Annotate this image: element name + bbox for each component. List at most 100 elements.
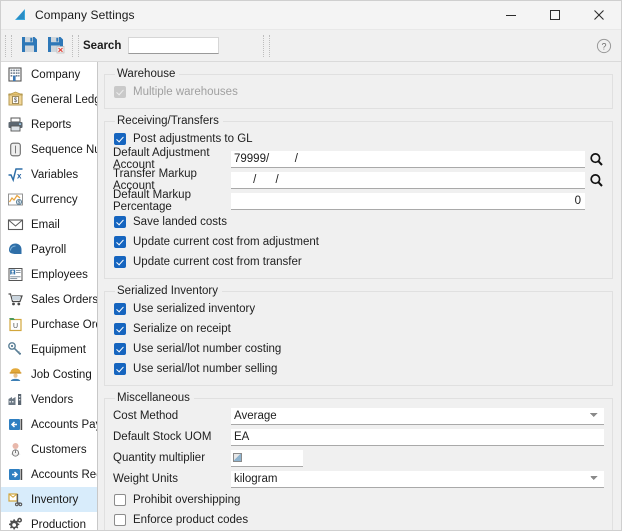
default-adjustment-account-row: Default Adjustment Account — [113, 147, 604, 171]
use-serialized-inventory-label: Use serialized inventory — [133, 302, 256, 315]
sidebar-item-customers[interactable]: Customers — [1, 437, 97, 462]
help-icon[interactable]: ? — [596, 38, 612, 54]
person-icon — [6, 441, 24, 459]
svg-text:x: x — [17, 172, 22, 181]
cost-method-select[interactable]: Average — [231, 407, 604, 425]
miscellaneous-legend: Miscellaneous — [117, 392, 190, 404]
serialize-on-receipt-checkbox[interactable] — [114, 322, 126, 335]
sidebar-item-vendors[interactable]: Vendors — [1, 387, 97, 412]
default-markup-percentage-row: Default Markup Percentage — [113, 189, 604, 213]
post-adjustments-checkbox[interactable] — [114, 132, 126, 145]
toolbar-grip[interactable] — [5, 34, 12, 57]
prohibit-overshipping-row[interactable]: Prohibit overshipping — [113, 490, 604, 509]
update-cost-transfer-label: Update current cost from transfer — [133, 255, 302, 268]
miscellaneous-group: Miscellaneous Cost Method Average Defaul… — [104, 392, 613, 530]
use-serialized-inventory-row[interactable]: Use serialized inventory — [113, 299, 604, 318]
serialized-inventory-group: Serialized Inventory Use serialized inve… — [104, 285, 613, 386]
use-serialized-inventory-checkbox[interactable] — [114, 302, 126, 315]
hardhat-worker-icon — [6, 366, 24, 384]
sidebar-item-purchase-orders[interactable]: U Purchase Orders — [1, 312, 97, 337]
quantity-multiplier-row: Quantity multiplier — [113, 448, 604, 468]
svg-text:?: ? — [601, 41, 606, 51]
sidebar-item-payroll[interactable]: Payroll — [1, 237, 97, 262]
default-adjustment-account-input[interactable] — [231, 150, 585, 168]
sidebar-item-accounts-payable[interactable]: Accounts Payable — [1, 412, 97, 437]
minimize-button[interactable] — [489, 1, 533, 29]
gears-icon — [6, 516, 24, 531]
default-markup-percentage-input[interactable] — [231, 192, 585, 210]
sidebar-item-accounts-receivable[interactable]: Accounts Receivable — [1, 462, 97, 487]
update-cost-transfer-checkbox[interactable] — [114, 255, 126, 268]
id-badge-icon — [6, 266, 24, 284]
default-stock-uom-input[interactable] — [231, 428, 604, 446]
sidebar-item-label: General Ledger — [31, 93, 97, 106]
save-landed-costs-row[interactable]: Save landed costs — [113, 212, 604, 231]
quantity-multiplier-label: Quantity multiplier — [113, 452, 206, 464]
sidebar-item-label: Purchase Orders — [31, 318, 97, 331]
sidebar-item-equipment[interactable]: Equipment — [1, 337, 97, 362]
save-and-close-button[interactable] — [42, 33, 68, 59]
titlebar: Company Settings — [1, 1, 621, 30]
building-icon — [6, 66, 24, 84]
transfer-markup-account-input[interactable] — [231, 171, 585, 189]
save-and-close-icon — [46, 35, 65, 57]
sidebar-item-label: Company — [31, 68, 81, 81]
sidebar-item-reports[interactable]: Reports — [1, 112, 97, 137]
app-logo-icon — [13, 8, 28, 22]
sidebar-item-email[interactable]: Email — [1, 212, 97, 237]
sidebar-item-variables[interactable]: x Variables — [1, 162, 97, 187]
factory-icon — [6, 391, 24, 409]
enforce-product-codes-label: Enforce product codes — [133, 513, 249, 526]
close-button[interactable] — [577, 1, 621, 29]
enforce-product-codes-row[interactable]: Enforce product codes — [113, 510, 604, 529]
multiple-warehouses-checkbox — [114, 85, 126, 98]
placeholder-glyph-icon — [233, 453, 242, 462]
toolbar-grip-3[interactable] — [263, 34, 271, 57]
sidebar-item-company[interactable]: Company — [1, 62, 97, 87]
sidebar-item-currency[interactable]: $ Currency — [1, 187, 97, 212]
post-adjustments-row[interactable]: Post adjustments to GL — [113, 129, 604, 148]
prohibit-overshipping-label: Prohibit overshipping — [133, 493, 241, 506]
save-button[interactable] — [16, 33, 42, 59]
search-input[interactable] — [128, 37, 220, 54]
square-root-x-icon: x — [6, 166, 24, 184]
update-cost-adjustment-row[interactable]: Update current cost from adjustment — [113, 232, 604, 251]
sidebar-item-sales-orders[interactable]: Sales Orders — [1, 287, 97, 312]
update-cost-transfer-row[interactable]: Update current cost from transfer — [113, 252, 604, 271]
sidebar-item-label: Production — [31, 518, 86, 531]
prohibit-overshipping-checkbox[interactable] — [114, 493, 126, 506]
sidebar-item-label: Employees — [31, 268, 88, 281]
sidebar-item-label: Email — [31, 218, 60, 231]
sidebar-item-job-costing[interactable]: Job Costing — [1, 362, 97, 387]
company-settings-window: Company Settings Search ? Company $ Gene… — [0, 0, 622, 531]
save-landed-costs-label: Save landed costs — [133, 215, 227, 228]
toolbar-grip-2[interactable] — [72, 34, 79, 57]
enforce-product-codes-checkbox[interactable] — [114, 513, 126, 526]
serial-lot-costing-checkbox[interactable] — [114, 342, 126, 355]
update-cost-adjustment-checkbox[interactable] — [114, 235, 126, 248]
weight-units-row: Weight Units kilogram — [113, 469, 604, 489]
save-landed-costs-checkbox[interactable] — [114, 215, 126, 228]
sidebar-item-label: Variables — [31, 168, 79, 181]
weight-units-select[interactable]: kilogram — [231, 470, 604, 488]
sidebar-nav[interactable]: Company $ General Ledger — [1, 62, 98, 530]
transfer-markup-account-row: Transfer Markup Account — [113, 168, 604, 192]
quantity-multiplier-field[interactable] — [231, 449, 303, 467]
sidebar-item-inventory[interactable]: Inventory — [1, 487, 97, 512]
serial-lot-selling-checkbox[interactable] — [114, 362, 126, 375]
sidebar-item-general-ledger[interactable]: $ General Ledger — [1, 87, 97, 112]
magnifier-icon[interactable] — [588, 151, 604, 167]
serial-lot-selling-row[interactable]: Use serial/lot number selling — [113, 359, 604, 378]
sidebar-item-production[interactable]: Production — [1, 512, 97, 530]
multiple-warehouses-label: Multiple warehouses — [133, 85, 238, 98]
serialize-on-receipt-row[interactable]: Serialize on receipt — [113, 319, 604, 338]
multiple-warehouses-row[interactable]: Multiple warehouses — [113, 82, 604, 101]
sidebar-item-employees[interactable]: Employees — [1, 262, 97, 287]
sidebar-item-sequence-numbers[interactable]: Sequence Numbers — [1, 137, 97, 162]
sidebar-item-label: Equipment — [31, 343, 86, 356]
default-stock-uom-label: Default Stock UOM — [113, 431, 212, 443]
serial-lot-costing-row[interactable]: Use serial/lot number costing — [113, 339, 604, 358]
cost-method-label: Cost Method — [113, 410, 179, 422]
magnifier-icon[interactable] — [588, 172, 604, 188]
maximize-button[interactable] — [533, 1, 577, 29]
